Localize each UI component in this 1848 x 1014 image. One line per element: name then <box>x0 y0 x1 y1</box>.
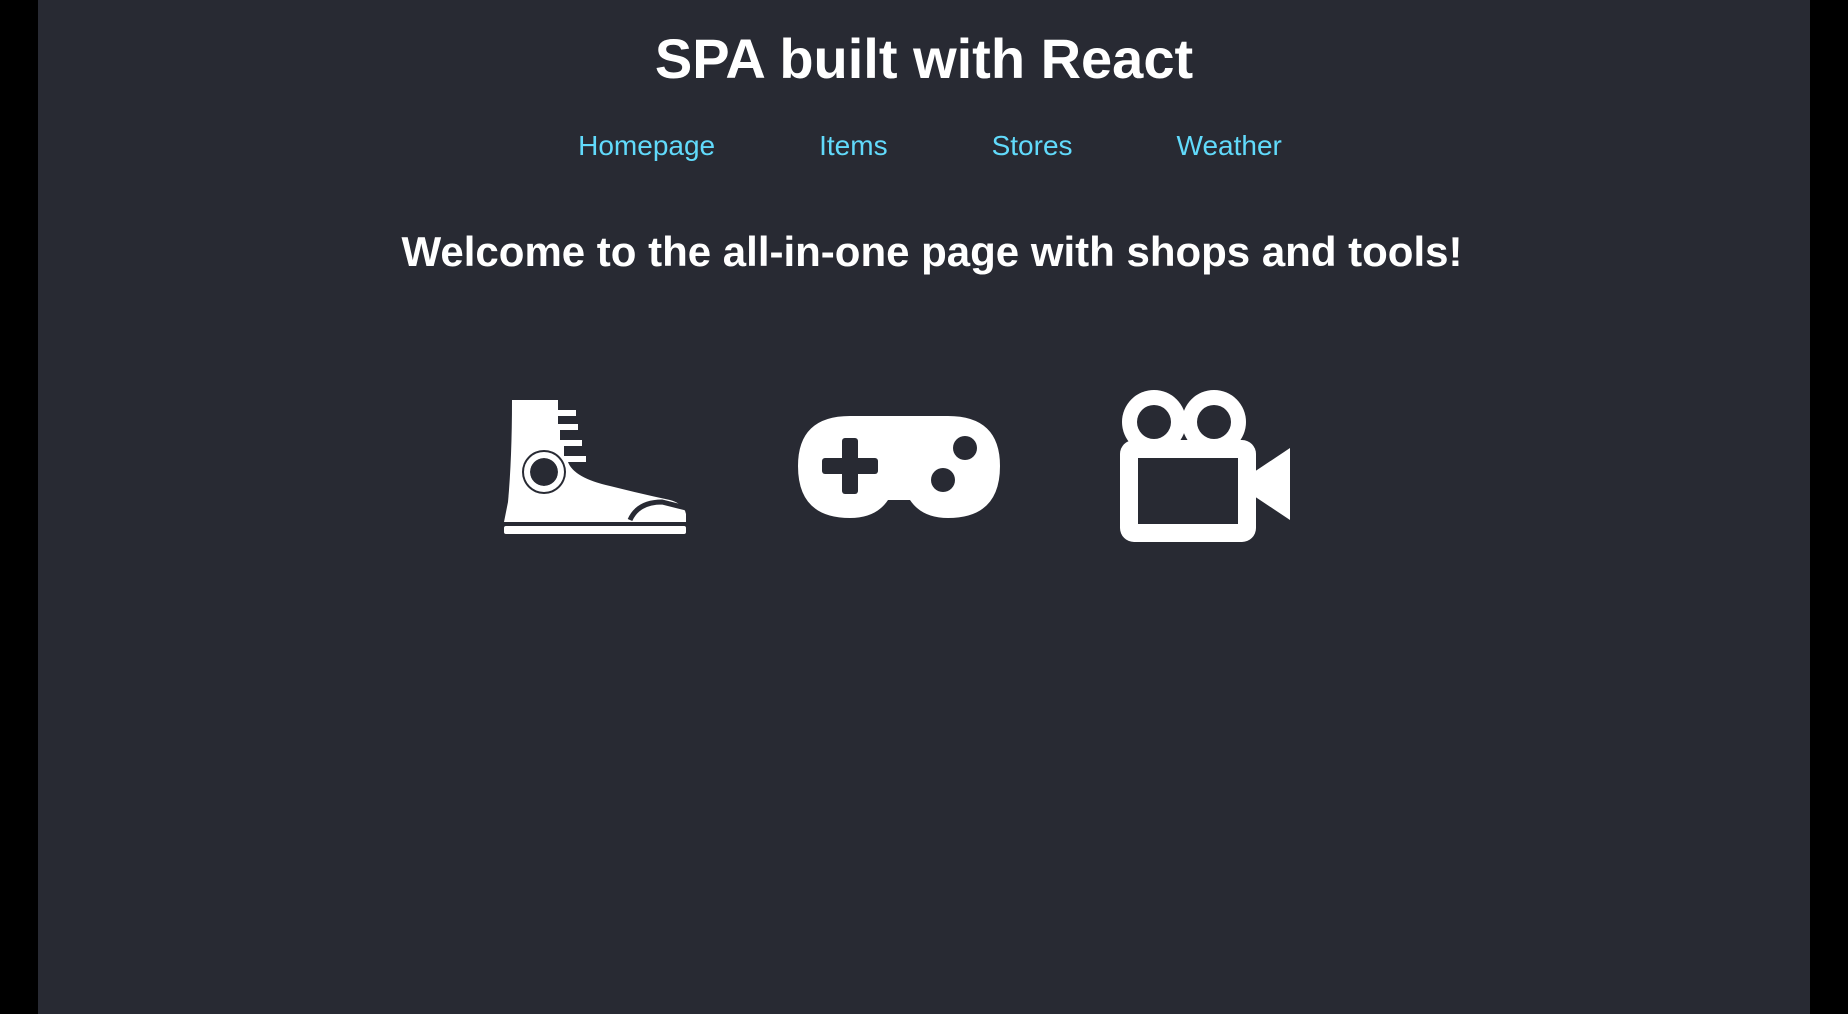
page-title: SPA built with React <box>654 27 1194 90</box>
main-nav: Homepage Items Stores Weather <box>38 126 1810 166</box>
nav-link-stores[interactable]: Stores <box>992 126 1073 166</box>
nav-link-weather[interactable]: Weather <box>1177 126 1282 166</box>
welcome-heading: Welcome to the all-in-one page with shop… <box>401 228 1463 275</box>
video-camera-icon[interactable] <box>1120 390 1290 542</box>
gamepad-icon[interactable] <box>798 414 1000 518</box>
app-container: SPA built with React Homepage Items Stor… <box>38 0 1810 1014</box>
sneaker-icon[interactable] <box>502 398 692 534</box>
nav-link-homepage[interactable]: Homepage <box>578 126 715 166</box>
nav-link-items[interactable]: Items <box>819 126 887 166</box>
